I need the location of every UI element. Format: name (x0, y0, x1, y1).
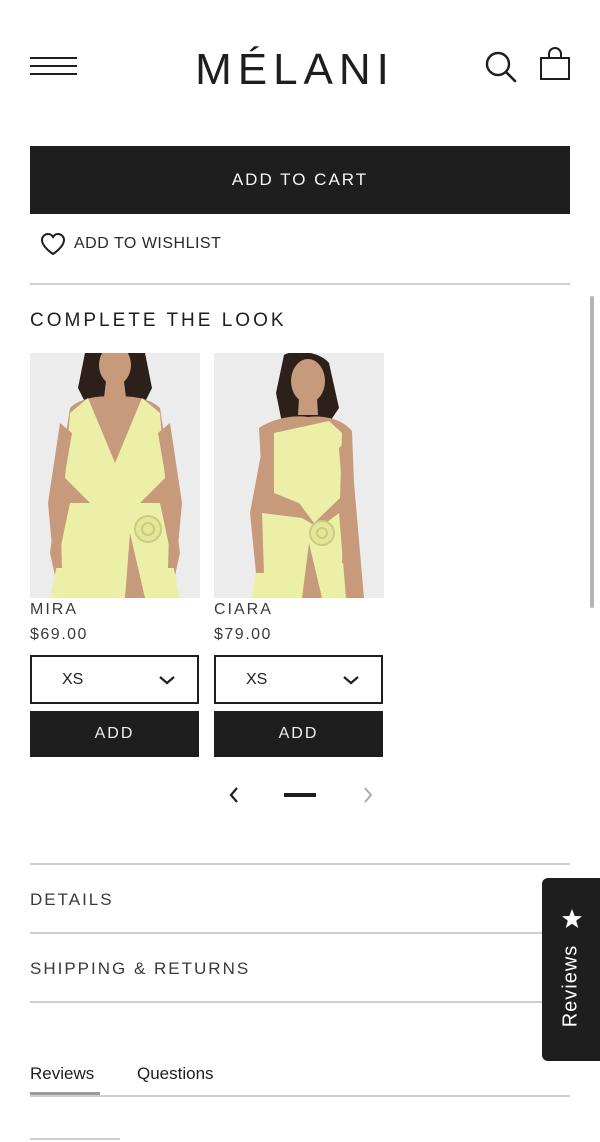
accordion-shipping-label: SHIPPING & RETURNS (30, 959, 251, 978)
add-button[interactable]: ADD (30, 711, 199, 757)
chevron-down-icon (343, 675, 359, 684)
reviews-widget-button[interactable]: Reviews (542, 878, 600, 1061)
chevron-left-icon (229, 787, 238, 803)
product-card-mira: MIRA $69.00 XS ADD (30, 353, 200, 757)
site-header: MÉLANI (0, 0, 600, 130)
divider (30, 863, 570, 865)
menu-icon[interactable] (30, 55, 77, 79)
accordion-details-label: DETAILS (30, 890, 114, 909)
size-select[interactable]: XS (30, 655, 199, 704)
product-name[interactable]: MIRA (30, 601, 78, 619)
size-value: XS (62, 670, 84, 688)
scrollbar[interactable] (590, 296, 594, 608)
heart-icon (40, 232, 66, 256)
chevron-right-icon (364, 787, 373, 803)
add-button[interactable]: ADD (214, 711, 383, 757)
product-card-ciara: CIARA $79.00 XS ADD (214, 353, 384, 757)
product-price: $69.00 (30, 626, 88, 643)
carousel-next-button[interactable] (358, 784, 378, 806)
product-price: $79.00 (214, 626, 272, 643)
tab-reviews[interactable]: Reviews (30, 1064, 94, 1084)
product-name[interactable]: CIARA (214, 601, 273, 619)
add-to-wishlist-button[interactable]: ADD TO WISHLIST (40, 230, 221, 258)
star-icon (562, 909, 582, 928)
tab-questions[interactable]: Questions (137, 1064, 214, 1084)
accordion-shipping-returns[interactable]: SHIPPING & RETURNS (30, 936, 570, 1002)
shopping-bag-icon[interactable] (538, 46, 572, 82)
carousel-indicator (284, 793, 316, 797)
search-icon[interactable] (484, 50, 518, 84)
complete-the-look-title: COMPLETE THE LOOK (30, 310, 287, 331)
product-image-ciara[interactable] (214, 353, 384, 598)
size-value: XS (246, 670, 268, 688)
size-select[interactable]: XS (214, 655, 383, 704)
divider (30, 932, 570, 934)
add-to-cart-button[interactable]: ADD TO CART (30, 146, 570, 214)
reviews-widget-label: Reviews (559, 944, 582, 1028)
divider (30, 283, 570, 285)
carousel-prev-button[interactable] (224, 784, 244, 806)
accordion-details[interactable]: DETAILS (30, 867, 570, 933)
product-image-mira[interactable] (30, 353, 200, 598)
chevron-down-icon (159, 675, 175, 684)
divider (30, 1095, 570, 1097)
wishlist-label: ADD TO WISHLIST (74, 235, 222, 252)
divider (30, 1001, 570, 1003)
brand-logo[interactable]: MÉLANI (150, 44, 440, 96)
divider (30, 1138, 120, 1140)
